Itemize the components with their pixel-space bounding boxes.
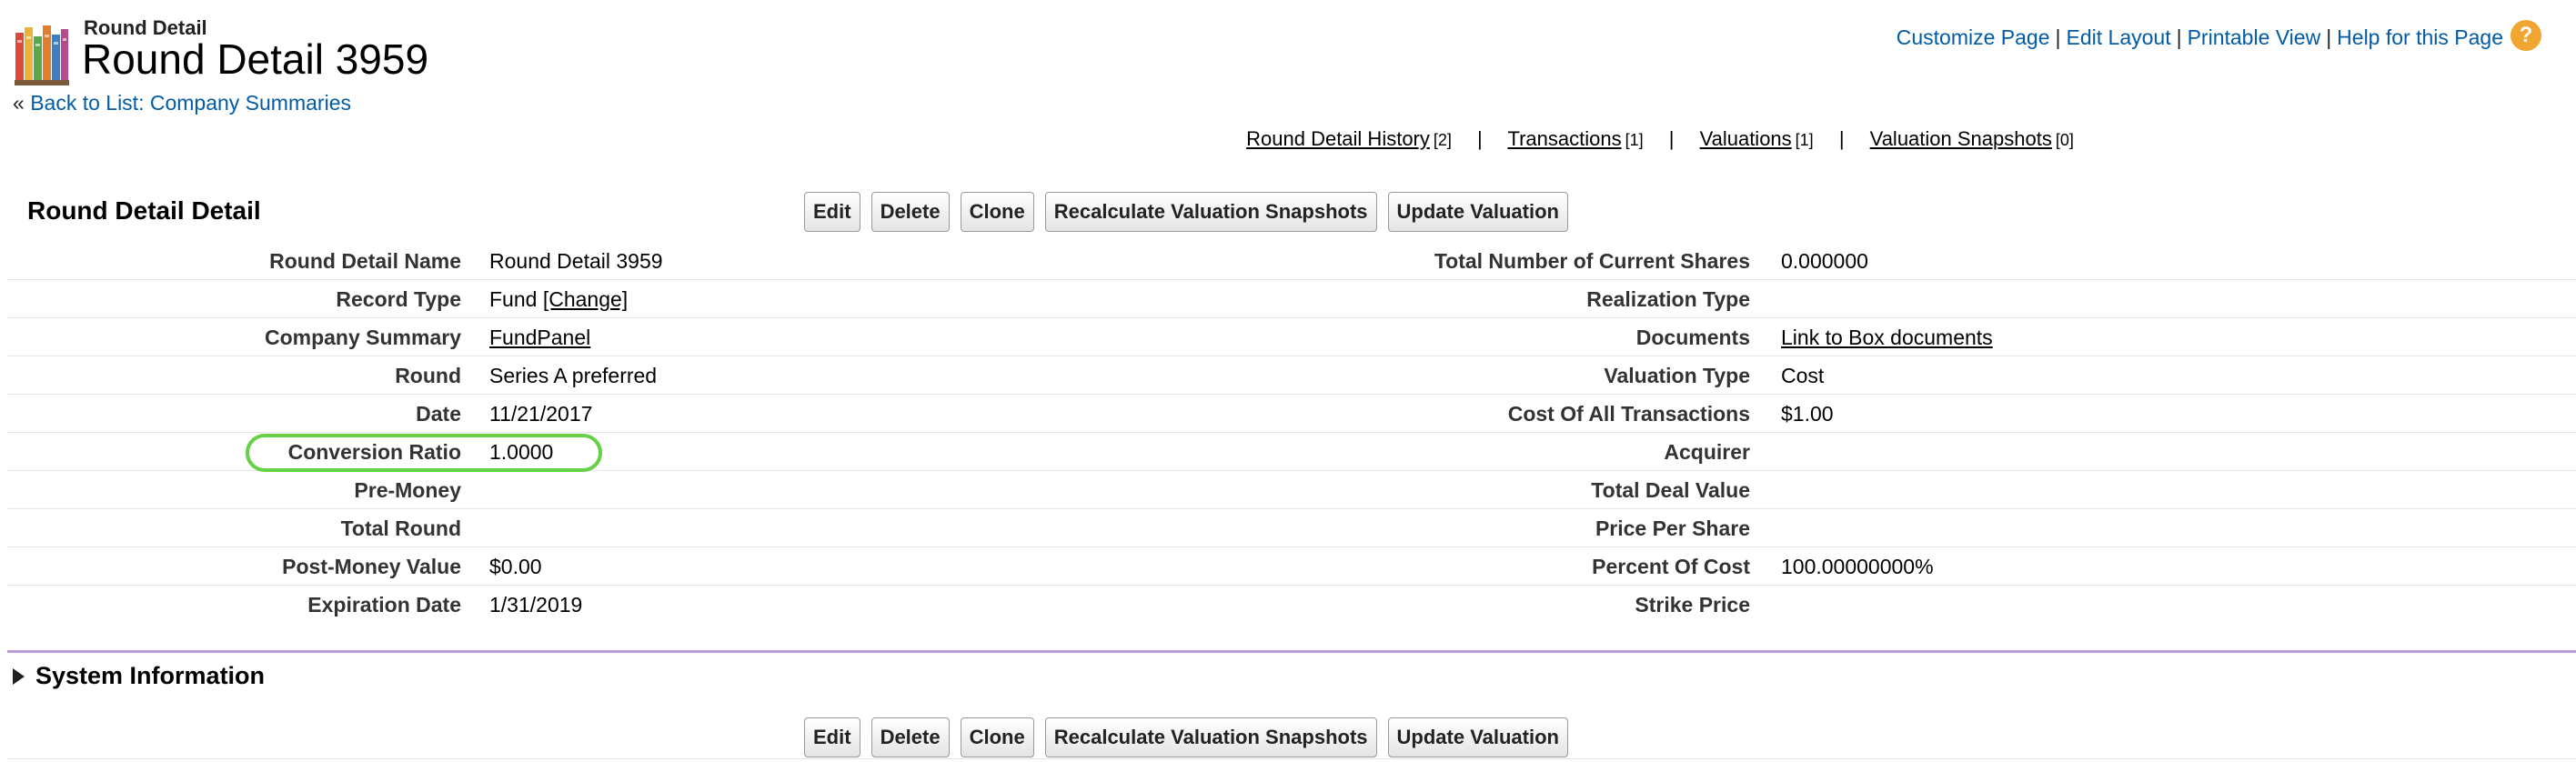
- field-label: Total Round: [340, 516, 461, 540]
- field-label: Price Per Share: [1595, 516, 1750, 540]
- related-link-valuation-snapshots[interactable]: Valuation Snapshots: [1870, 127, 2052, 150]
- field-label: Cost Of All Transactions: [1507, 402, 1750, 426]
- detail-row: Date 11/21/2017 Cost Of All Transactions…: [7, 395, 2576, 433]
- back-prefix: «: [13, 91, 25, 115]
- field-value: Series A preferred: [489, 364, 658, 387]
- update-valuation-button[interactable]: Update Valuation: [1387, 717, 1568, 757]
- bottom-button-row: Edit Delete Clone Recalculate Valuation …: [804, 717, 1568, 757]
- detail-fields: Round Detail Name Round Detail 3959 Tota…: [7, 242, 2576, 624]
- field-value: Fund [Change]: [489, 287, 628, 312]
- field-label: Expiration Date: [307, 593, 461, 617]
- footer-divider: [7, 758, 2576, 759]
- related-link-valuations[interactable]: Valuations: [1700, 127, 1792, 150]
- edit-layout-link[interactable]: Edit Layout: [2067, 25, 2171, 49]
- customize-page-link[interactable]: Customize Page: [1897, 25, 2050, 49]
- field-label: Strike Price: [1635, 593, 1750, 617]
- page-top-links: Customize Page | Edit Layout | Printable Vie…: [1897, 20, 2541, 55]
- recalculate-valuation-snapshots-button[interactable]: Recalculate Valuation Snapshots: [1044, 192, 1377, 232]
- delete-button[interactable]: Delete: [870, 192, 950, 232]
- field-value: 0.000000: [1781, 249, 1868, 273]
- back-to-list-link[interactable]: Back to List: Company Summaries: [30, 91, 351, 115]
- related-count: [0]: [2055, 131, 2074, 149]
- company-summary-link[interactable]: FundPanel: [489, 326, 590, 349]
- related-count: [2]: [1433, 131, 1452, 149]
- section-divider: [7, 650, 2576, 653]
- field-label: Date: [416, 402, 461, 426]
- help-icon[interactable]: ?: [2511, 20, 2541, 51]
- field-value: 11/21/2017: [489, 402, 593, 426]
- related-link-round-detail-history[interactable]: Round Detail History: [1246, 127, 1430, 150]
- page-title: Round Detail 3959: [82, 35, 429, 83]
- record-type-value: Fund: [489, 287, 538, 311]
- detail-row: Round Series A preferred Valuation Type …: [7, 356, 2576, 395]
- field-label: Round Detail Name: [269, 249, 461, 273]
- books-object-icon: [15, 25, 69, 85]
- field-value: 1/31/2019: [489, 593, 583, 617]
- detail-row: Post-Money Value $0.00 Percent Of Cost 1…: [7, 547, 2576, 586]
- field-label: Total Deal Value: [1591, 478, 1750, 502]
- edit-button[interactable]: Edit: [804, 717, 860, 757]
- printable-view-link[interactable]: Printable View: [2188, 25, 2321, 49]
- field-value: $1.00: [1781, 402, 1834, 426]
- section-title: Round Detail Detail: [27, 196, 261, 225]
- top-button-row: Edit Delete Clone Recalculate Valuation …: [804, 192, 1568, 232]
- field-value: FundPanel: [489, 326, 590, 350]
- field-label: Record Type: [336, 287, 461, 311]
- clone-button[interactable]: Clone: [960, 192, 1034, 232]
- field-label: Pre-Money: [354, 478, 461, 502]
- field-label: Company Summary: [264, 326, 461, 349]
- detail-row: Company Summary FundPanel Documents Link…: [7, 318, 2576, 356]
- related-list-hover-links: Round Detail History [2] | Transactions [1…: [1246, 127, 2074, 150]
- expand-triangle-icon: [13, 667, 25, 685]
- edit-button[interactable]: Edit: [804, 192, 860, 232]
- change-record-type-link[interactable]: [Change]: [543, 287, 628, 311]
- related-link-transactions[interactable]: Transactions: [1507, 127, 1621, 150]
- breadcrumb: « Back to List: Company Summaries: [13, 91, 351, 115]
- field-label: Documents: [1635, 326, 1750, 349]
- clone-button[interactable]: Clone: [960, 717, 1034, 757]
- field-value: Round Detail 3959: [489, 249, 663, 273]
- delete-button[interactable]: Delete: [870, 717, 950, 757]
- field-value: 100.00000000%: [1781, 555, 1934, 578]
- detail-row: Round Detail Name Round Detail 3959 Tota…: [7, 242, 2576, 280]
- detail-row: Pre-Money Total Deal Value: [7, 471, 2576, 509]
- field-label: Total Number of Current Shares: [1434, 249, 1750, 273]
- help-for-page-link[interactable]: Help for this Page: [2337, 25, 2503, 49]
- box-documents-link[interactable]: Link to Box documents: [1781, 326, 1993, 349]
- detail-row: Record Type Fund [Change] Realization Ty…: [7, 280, 2576, 318]
- conversion-ratio-highlight: [246, 434, 602, 472]
- update-valuation-button[interactable]: Update Valuation: [1387, 192, 1568, 232]
- related-count: [1]: [1795, 131, 1814, 149]
- field-value: Cost: [1781, 364, 1825, 387]
- field-label: Realization Type: [1586, 287, 1750, 311]
- field-label: Valuation Type: [1604, 364, 1750, 387]
- field-value: $0.00: [489, 555, 542, 578]
- detail-row: Total Round Price Per Share: [7, 509, 2576, 547]
- system-information-title: System Information: [35, 662, 266, 689]
- field-label: Post-Money Value: [282, 555, 461, 578]
- field-label: Acquirer: [1664, 440, 1750, 464]
- field-label: Percent Of Cost: [1592, 555, 1750, 578]
- system-information-toggle[interactable]: System Information: [13, 662, 265, 690]
- field-value: Link to Box documents: [1781, 326, 1993, 350]
- recalculate-valuation-snapshots-button[interactable]: Recalculate Valuation Snapshots: [1044, 717, 1377, 757]
- detail-row: Expiration Date 1/31/2019 Strike Price: [7, 586, 2576, 624]
- field-label: Round: [395, 364, 461, 387]
- related-count: [1]: [1625, 131, 1644, 149]
